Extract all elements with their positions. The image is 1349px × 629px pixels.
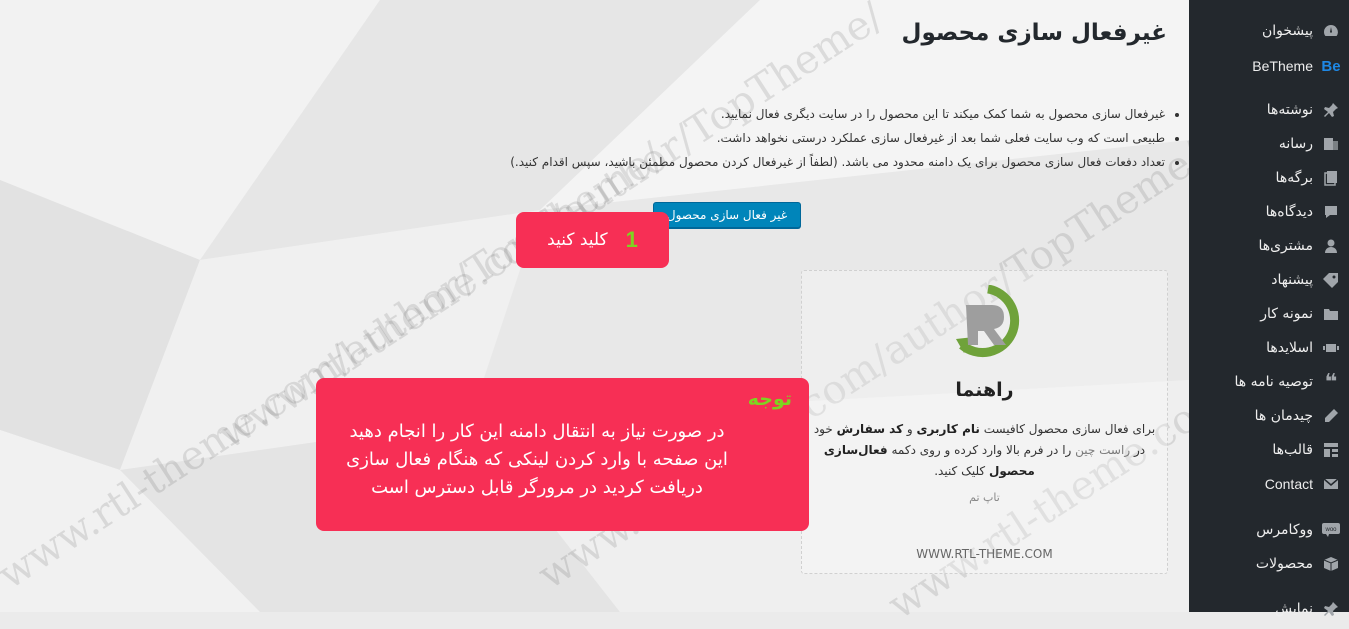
templates-icon — [1321, 440, 1341, 460]
pages-icon — [1321, 168, 1341, 188]
products-icon — [1321, 554, 1341, 574]
sidebar-item-contact[interactable]: Contact — [1189, 467, 1349, 501]
step-number: 1 — [625, 227, 638, 252]
media-icon — [1321, 134, 1341, 154]
info-list-item: غیرفعال سازی محصول به شما کمک میکند تا ا… — [425, 102, 1165, 126]
sidebar-item-testimonials[interactable]: ❝ توصیه نامه ها — [1189, 365, 1349, 399]
guide-brand: تاپ تم — [969, 491, 1000, 504]
notice-line: در صورت نیاز به انتقال دامنه این کار را … — [349, 421, 725, 442]
step-callout: 1 کلید کنید — [516, 212, 669, 268]
guide-text: برای فعال سازی محصول کافیست نام کاربری و… — [813, 422, 1156, 478]
sidebar-item-slides[interactable]: اسلایدها — [1189, 331, 1349, 365]
appearance-icon — [1321, 599, 1341, 619]
admin-sidebar: پیشخوان Be BeTheme نوشته‌ها رسانه برگه‌ه… — [1189, 0, 1349, 617]
rtl-theme-logo-icon — [956, 285, 1020, 358]
sidebar-item-media[interactable]: رسانه — [1189, 127, 1349, 161]
sidebar-item-portfolio[interactable]: نمونه کار — [1189, 297, 1349, 331]
step-callout-text: کلید کنید — [547, 230, 608, 250]
notice-line: دریافت کردید در مرورگر قابل دسترس است — [371, 477, 703, 498]
guide-url: WWW.RTL-THEME.COM — [916, 547, 1053, 561]
sidebar-item-clients[interactable]: مشتری‌ها — [1189, 229, 1349, 263]
slides-icon — [1321, 338, 1341, 358]
deactivate-product-button[interactable]: غیر فعال سازی محصول — [653, 202, 801, 228]
info-list-item: طبیعی است که وب سایت فعلی شما بعد از غیر… — [425, 126, 1165, 150]
notice-line: این صفحه با وارد کردن لینکی که هنگام فعا… — [346, 449, 728, 470]
sidebar-item-offer[interactable]: پیشنهاد — [1189, 263, 1349, 297]
info-list-item: تعداد دفعات فعال سازی محصول برای یک دامن… — [425, 150, 1165, 174]
pin-icon — [1321, 100, 1341, 120]
sidebar-item-posts[interactable]: نوشته‌ها — [1189, 93, 1349, 127]
sidebar-item-templates[interactable]: قالب‌ها — [1189, 433, 1349, 467]
notice-heading: توجه — [747, 388, 792, 410]
sidebar-item-comments[interactable]: دیدگاه‌ها — [1189, 195, 1349, 229]
layouts-icon — [1321, 406, 1341, 426]
comments-icon — [1321, 202, 1341, 222]
guide-title: راهنما — [955, 379, 1014, 401]
dashboard-icon — [1321, 21, 1341, 41]
sidebar-item-woocommerce[interactable]: woo ووکامرس — [1189, 513, 1349, 547]
svg-text:woo: woo — [1324, 527, 1337, 533]
sidebar-item-betheme[interactable]: Be BeTheme — [1189, 49, 1349, 83]
mail-icon — [1321, 474, 1341, 494]
sidebar-item-appearance[interactable]: نمایش — [1189, 592, 1349, 626]
guide-card: راهنما برای فعال سازی محصول کافیست نام ک… — [801, 270, 1168, 574]
sidebar-item-dashboard[interactable]: پیشخوان — [1189, 14, 1349, 48]
rtl-link[interactable]: راست چین — [1075, 443, 1130, 457]
quote-icon: ❝ — [1324, 369, 1338, 395]
sidebar-item-layouts[interactable]: چیدمان ها — [1189, 399, 1349, 433]
notice-callout: توجه در صورت نیاز به انتقال دامنه این کا… — [316, 378, 809, 531]
page-title: غیرفعال سازی محصول — [901, 20, 1168, 46]
portfolio-icon — [1321, 304, 1341, 324]
betheme-icon: Be — [1321, 57, 1341, 75]
clients-icon — [1321, 236, 1341, 256]
woocommerce-icon: woo — [1321, 520, 1341, 540]
notice-body: در صورت نیاز به انتقال دامنه این کار را … — [327, 418, 747, 502]
sidebar-item-products[interactable]: محصولات — [1189, 547, 1349, 581]
sidebar-item-pages[interactable]: برگه‌ها — [1189, 161, 1349, 195]
offer-icon — [1321, 270, 1341, 290]
info-list: غیرفعال سازی محصول به شما کمک میکند تا ا… — [425, 102, 1185, 174]
